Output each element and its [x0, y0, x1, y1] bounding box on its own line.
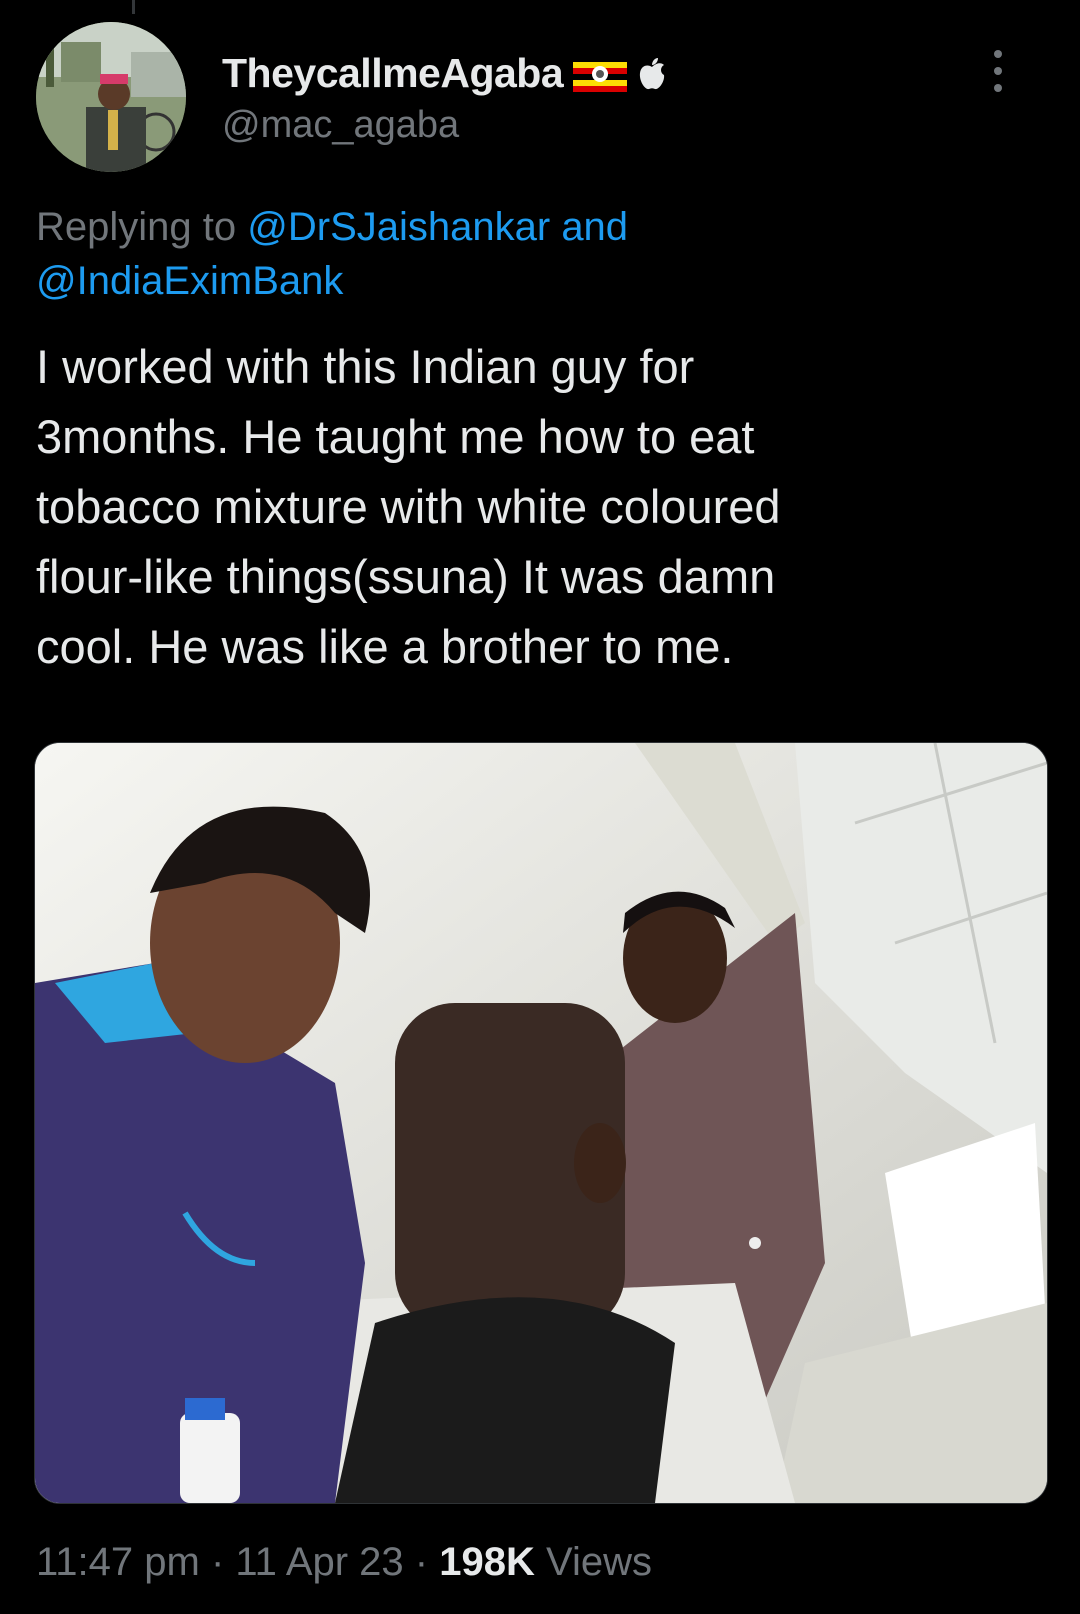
- tweet-date[interactable]: 11 Apr 23: [235, 1540, 403, 1584]
- author-name-row[interactable]: TheycallmeAgaba: [222, 50, 667, 97]
- tweet-text: I worked with this Indian guy for 3month…: [36, 340, 781, 673]
- uganda-flag-icon: [573, 55, 628, 92]
- tweet-time[interactable]: 11:47 pm: [36, 1540, 200, 1584]
- replying-prefix: Replying to: [36, 205, 237, 249]
- replying-to-line: Replying to @DrSJaishankar and @IndiaExi…: [36, 200, 1036, 308]
- author-handle[interactable]: @mac_agaba: [222, 104, 459, 147]
- views-label[interactable]: Views: [546, 1540, 652, 1584]
- avatar[interactable]: [36, 22, 186, 172]
- author-display-name[interactable]: TheycallmeAgaba: [222, 50, 564, 97]
- mention-link-indiaeximbank[interactable]: @IndiaEximBank: [36, 259, 343, 303]
- mention-link-drsjaishankar[interactable]: @DrSJaishankar: [247, 205, 550, 249]
- meta-separator: ·: [210, 1540, 225, 1584]
- tweet-photo[interactable]: [34, 742, 1048, 1504]
- meta-separator: ·: [414, 1540, 429, 1584]
- more-options-icon[interactable]: [991, 50, 1005, 104]
- tweet-header: TheycallmeAgaba @mac_agaba: [36, 22, 1046, 182]
- replying-conjunction[interactable]: and: [561, 205, 628, 249]
- apple-icon: [637, 56, 667, 92]
- views-count[interactable]: 198K: [439, 1540, 535, 1584]
- thread-connector-line: [132, 0, 135, 14]
- tweet-meta: 11:47 pm · 11 Apr 23 · 198K Views: [36, 1540, 652, 1585]
